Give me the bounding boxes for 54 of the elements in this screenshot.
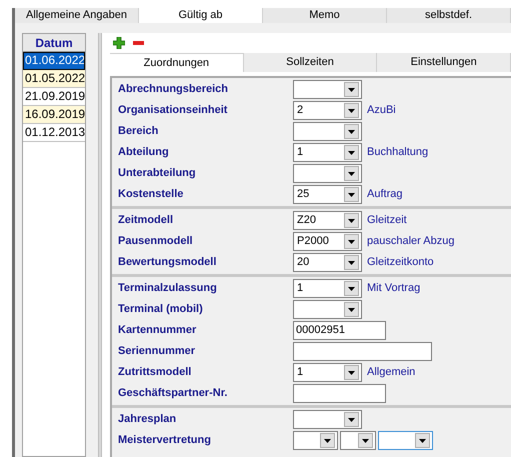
field-label: Terminal (mobil) xyxy=(117,302,204,318)
dropdown-field[interactable]: Z20 xyxy=(293,211,362,230)
value-description: Buchhaltung xyxy=(367,145,428,160)
value-description: AzuBi xyxy=(367,103,396,118)
date-item[interactable]: 01.05.2022 xyxy=(23,70,85,88)
tab[interactable]: Memo xyxy=(263,8,387,23)
dropdown-field[interactable]: 25 xyxy=(293,185,362,204)
dropdown-field[interactable] xyxy=(293,164,362,183)
date-item[interactable]: 01.06.2022 xyxy=(23,52,85,70)
tab[interactable]: Gültig ab xyxy=(139,8,263,23)
tab[interactable]: Zuordnungen xyxy=(110,53,244,72)
dropdown-field[interactable] xyxy=(378,431,433,450)
dropdown-field[interactable] xyxy=(293,300,362,319)
dropdown-field[interactable]: 20 xyxy=(293,253,362,272)
field-label: Jahresplan xyxy=(117,412,178,428)
value-description: Gleitzeitkonto xyxy=(367,255,434,270)
field-label: Organisationseinheit xyxy=(117,103,228,118)
value-description: Gleitzeit xyxy=(367,213,407,228)
value-description: Mit Vortrag xyxy=(367,281,420,296)
field-label: Bewertungsmodell xyxy=(117,255,218,270)
field-label: Kartennummer xyxy=(117,323,198,338)
date-item[interactable]: 16.09.2019 xyxy=(23,106,85,124)
dropdown-field[interactable]: 1 xyxy=(293,279,362,298)
field-label: Seriennummer xyxy=(117,344,196,360)
field-label: Abrechnungsbereich xyxy=(117,82,230,98)
field-label: Terminalzulassung xyxy=(117,281,218,296)
dropdown-field[interactable]: P2000 xyxy=(293,232,362,251)
dropdown-field[interactable] xyxy=(293,431,338,450)
field-label: Bereich xyxy=(117,124,160,140)
add-icon[interactable] xyxy=(113,37,125,49)
tab[interactable]: Allgemeine Angaben xyxy=(15,8,139,23)
text-field[interactable] xyxy=(293,384,386,403)
dropdown-field[interactable]: 2 xyxy=(293,101,362,120)
value-description: Allgemein xyxy=(367,365,416,380)
field-label: Meistervertretung xyxy=(117,433,212,448)
field-label: Kostenstelle xyxy=(117,187,184,202)
text-field[interactable]: 00002951 xyxy=(293,321,386,340)
field-label: Zeitmodell xyxy=(117,213,174,228)
dropdown-field[interactable] xyxy=(340,431,376,450)
field-label: Geschäftspartner-Nr. xyxy=(117,386,228,402)
field-label: Zutrittsmodell xyxy=(117,365,192,380)
field-label: Abteilung xyxy=(117,145,170,160)
column-header: Datum xyxy=(23,34,85,52)
dropdown-field[interactable]: 1 xyxy=(293,143,362,162)
value-description: Auftrag xyxy=(367,187,402,202)
field-label: Unterabteilung xyxy=(117,166,197,182)
field-label: Pausenmodell xyxy=(117,234,194,250)
dropdown-field[interactable] xyxy=(293,80,362,99)
value-description: pauschaler Abzug xyxy=(367,234,454,250)
text-field[interactable] xyxy=(293,342,432,361)
dropdown-field[interactable] xyxy=(293,410,362,429)
dropdown-field[interactable]: 1 xyxy=(293,363,362,382)
dropdown-field[interactable] xyxy=(293,122,362,141)
tab[interactable]: selbstdef. xyxy=(387,8,511,23)
